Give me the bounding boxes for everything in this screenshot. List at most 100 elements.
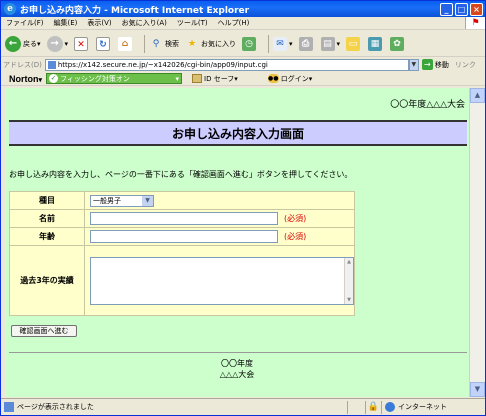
stop-button[interactable]: ✕ [74, 36, 90, 51]
messenger-button[interactable]: ✿ [390, 36, 406, 51]
forward-dropdown-icon[interactable]: ▾ [65, 40, 69, 48]
norton-logo-text: Norton [9, 73, 39, 84]
category-select[interactable]: 一般男子 ▼ [90, 194, 154, 207]
check-icon: ✓ [49, 74, 59, 83]
chevron-down-icon: ▼ [142, 195, 153, 206]
address-dropdown-icon[interactable]: ▼ [408, 58, 419, 71]
login-button[interactable]: ●● ログイン ▾ [267, 74, 312, 84]
address-label: アドレス(D) [3, 60, 42, 69]
name-input[interactable] [90, 212, 278, 225]
status-bar: ページが表示されました 🔒 インターネット [1, 398, 485, 415]
status-cell [347, 400, 365, 414]
status-text: ページが表示されました [17, 403, 94, 411]
toolbar-separator [268, 34, 270, 53]
page-content: 〇〇年度△△△大会 お申し込み内容入力画面 お申し込み内容を入力し、ページの一番… [5, 88, 469, 397]
menu-help[interactable]: ヘルプ(H) [213, 18, 255, 28]
links-button[interactable]: リンク [455, 60, 476, 70]
age-input[interactable] [90, 230, 278, 243]
windows-logo-icon: ⚑ [465, 17, 485, 29]
form-row-name: 名前 (必須) [9, 209, 355, 228]
age-label: 年齢 [9, 227, 85, 246]
security-zone[interactable]: インターネット [381, 400, 485, 414]
mail-button[interactable]: ✉ ▾ [273, 36, 293, 51]
phishing-protection-toggle[interactable]: ✓ フィッシング対策オン ▾ [46, 73, 183, 84]
textarea-scrollbar[interactable]: ▲ ▼ [344, 257, 353, 304]
home-icon: ⌂ [118, 36, 133, 51]
login-label: ログイン [280, 74, 309, 83]
go-label: 移動 [434, 60, 449, 69]
menu-bar: ファイル(F) 編集(E) 表示(V) お気に入り(A) ツール(T) ヘルプ(… [1, 17, 485, 30]
back-dropdown-icon[interactable]: ▾ [37, 40, 41, 48]
name-required-note: (必須) [284, 214, 307, 223]
menu-favorites[interactable]: お気に入り(A) [117, 18, 172, 28]
mail-dropdown-icon[interactable]: ▾ [289, 40, 293, 48]
search-label: 検索 [165, 39, 180, 48]
page-title-text: お申し込み内容入力画面 [171, 126, 304, 141]
form-row-record: 過去3年の実績 ▲ ▼ [9, 245, 355, 316]
address-input[interactable]: https://x142.secure.ne.jp/~x142026/cgi-b… [44, 58, 409, 71]
record-cell: ▲ ▼ [84, 245, 355, 316]
record-textarea[interactable]: ▲ ▼ [90, 256, 354, 305]
forward-arrow-icon: → [46, 35, 63, 52]
edit-icon: ▤ [320, 36, 335, 51]
footer-divider [9, 352, 467, 353]
phishing-dropdown-icon: ▾ [175, 74, 180, 83]
home-button[interactable]: ⌂ [118, 36, 134, 51]
age-cell: (必須) [84, 227, 355, 246]
category-selected-value: 一般男子 [93, 196, 121, 205]
maximize-button[interactable]: □ [455, 2, 468, 16]
back-button[interactable]: ← 戻る ▾ [5, 35, 41, 52]
globe-icon [385, 402, 395, 412]
page-scrollbar[interactable]: ▲ ▼ [469, 88, 485, 397]
back-arrow-icon: ← [5, 35, 21, 52]
category-cell: 一般男子 ▼ [84, 191, 355, 210]
toolbar-separator [144, 34, 146, 53]
search-button[interactable]: ⚲ 検索 [149, 37, 179, 51]
research-icon: ▦ [368, 36, 383, 51]
organization-name: 〇〇年度△△△大会 [390, 100, 465, 110]
back-label: 戻る [23, 39, 37, 48]
confirm-button[interactable]: 確認画面へ進む [11, 325, 77, 337]
toolbar: ← 戻る ▾ → ▾ ✕ ↻ ⌂ ⚲ 検索 ★ お気に入り ◷ ✉ ▾ ⎙ ▤ … [1, 31, 485, 57]
record-label: 過去3年の実績 [9, 245, 85, 316]
menu-file[interactable]: ファイル(F) [1, 18, 49, 28]
forward-button[interactable]: → ▾ [46, 35, 69, 52]
print-button[interactable]: ⎙ [298, 36, 315, 51]
name-label: 名前 [9, 209, 85, 228]
page-icon [47, 60, 56, 69]
folder-button[interactable]: ▭ [346, 36, 362, 51]
favorites-button[interactable]: ★ お気に入り [185, 37, 236, 51]
search-icon: ⚲ [152, 38, 160, 49]
scroll-down-arrow-icon[interactable]: ▼ [470, 382, 485, 397]
history-button[interactable]: ◷ [242, 36, 258, 51]
favorites-star-icon: ★ [187, 38, 197, 49]
edit-dropdown-icon[interactable]: ▾ [337, 40, 341, 48]
scroll-down-icon[interactable]: ▼ [345, 296, 353, 304]
scroll-up-icon[interactable]: ▲ [345, 258, 353, 266]
id-safe-button[interactable]: ID セーフ ▾ [192, 74, 238, 84]
address-bar: アドレス(D) https://x142.secure.ne.jp/~x1420… [1, 58, 485, 71]
refresh-button[interactable]: ↻ [96, 36, 112, 51]
go-button[interactable]: → 移動 [421, 59, 449, 70]
menu-view[interactable]: 表示(V) [82, 18, 116, 28]
edit-button[interactable]: ▤ ▾ [320, 36, 341, 51]
scroll-up-arrow-icon[interactable]: ▲ [470, 88, 485, 103]
page-title: お申し込み内容入力画面 [9, 120, 467, 146]
browser-window: e お申し込み内容入力 - Microsoft Internet Explore… [0, 0, 486, 416]
favorites-label: お気に入り [201, 39, 237, 48]
research-button[interactable]: ▦ [368, 36, 384, 51]
close-button[interactable]: × [470, 2, 483, 16]
refresh-icon: ↻ [96, 36, 111, 51]
id-safe-label: ID セーフ [204, 74, 235, 83]
page-done-icon [4, 402, 14, 412]
minimize-button[interactable]: _ [440, 2, 453, 16]
category-label: 種目 [9, 191, 85, 210]
name-cell: (必須) [84, 209, 355, 228]
menu-edit[interactable]: 編集(E) [49, 18, 83, 28]
login-icon: ●● [267, 74, 279, 83]
norton-toolbar: Norton▾ ✓ フィッシング対策オン ▾ ID セーフ ▾ ●● ログイン … [1, 72, 485, 86]
folder-icon: ▭ [346, 36, 361, 51]
menu-tools[interactable]: ツール(T) [172, 18, 213, 28]
norton-logo[interactable]: Norton▾ [1, 74, 46, 84]
form-row-category: 種目 一般男子 ▼ [9, 191, 355, 210]
